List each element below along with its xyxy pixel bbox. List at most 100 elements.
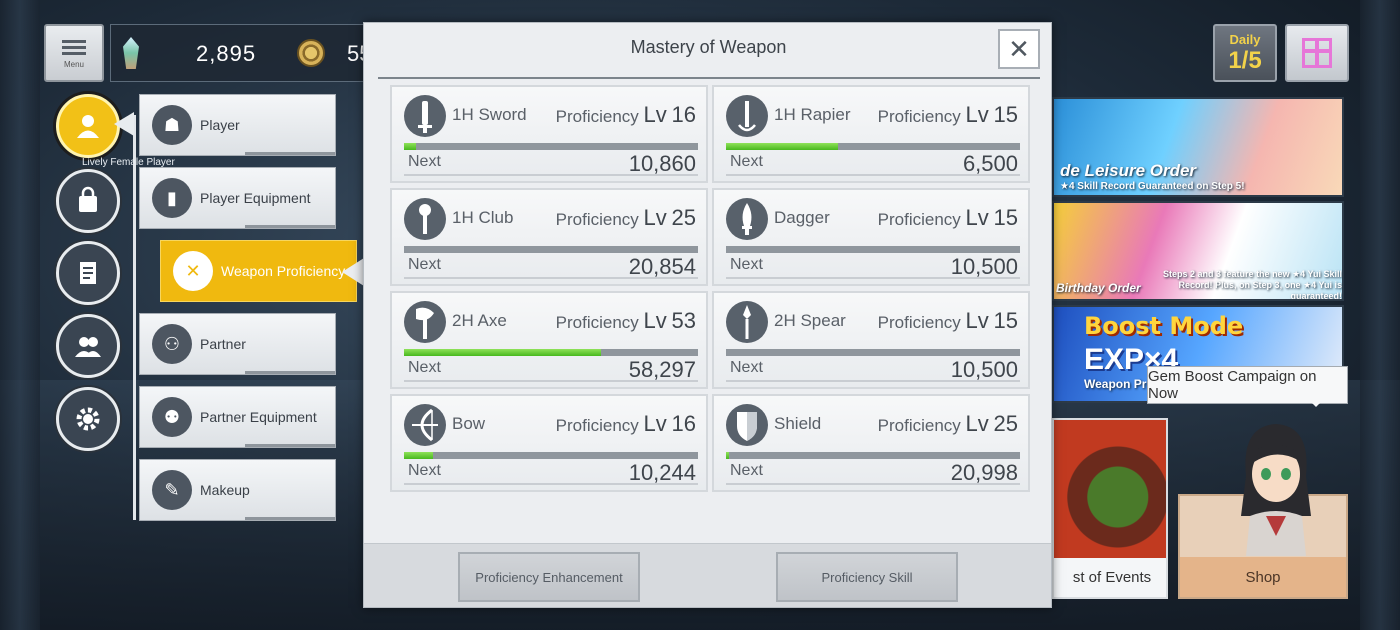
mastery-modal: Mastery of Weapon ✕ 1H Sword Proficiency … bbox=[363, 22, 1052, 608]
weapon-name: Shield bbox=[774, 414, 822, 433]
crossed-swords-icon: ✕ bbox=[173, 251, 213, 291]
daily-button[interactable]: Daily 1/5 bbox=[1213, 24, 1277, 82]
submenu-underline bbox=[245, 517, 335, 520]
submenu-label: Partner bbox=[200, 336, 246, 352]
submenu-underline bbox=[245, 371, 335, 374]
friends-menu-button[interactable] bbox=[56, 314, 120, 378]
club-icon bbox=[404, 198, 446, 240]
modal-pointer bbox=[342, 258, 364, 286]
proficiency-level: Proficiency Lv 15 bbox=[878, 308, 1018, 334]
lv-label: Lv bbox=[965, 308, 989, 333]
weapon-name: Dagger bbox=[774, 208, 830, 227]
level-value: 25 bbox=[671, 205, 696, 230]
partner-icon: ⚇ bbox=[152, 324, 192, 364]
level-value: 16 bbox=[671, 102, 696, 127]
progress-fill bbox=[726, 452, 729, 459]
proficiency-label: Proficiency bbox=[877, 313, 961, 332]
proficiency-progress-bar bbox=[726, 452, 1020, 459]
weapon-card[interactable]: Shield Proficiency Lv 25 Next 20,998 bbox=[712, 394, 1030, 492]
makeup-icon: ✎ bbox=[152, 470, 192, 510]
menu-label: Menu bbox=[63, 60, 84, 69]
friends-icon bbox=[75, 337, 101, 357]
coin-icon bbox=[297, 39, 325, 67]
rapier-icon bbox=[726, 95, 768, 137]
menu-connector-line bbox=[133, 115, 136, 520]
background-pillar bbox=[0, 0, 40, 630]
weapon-card[interactable]: 1H Club Proficiency Lv 25 Next 20,854 bbox=[390, 188, 708, 286]
selection-pointer bbox=[114, 112, 134, 136]
player-menu-button[interactable] bbox=[56, 94, 120, 158]
banner-leisure-order[interactable]: de Leisure Order ★4 Skill Record Guarant… bbox=[1052, 97, 1344, 197]
next-label: Next bbox=[730, 462, 763, 479]
crystal-icon bbox=[123, 37, 139, 69]
submenu-player[interactable]: ☗ Player bbox=[139, 94, 336, 156]
weapon-card[interactable]: 2H Spear Proficiency Lv 15 Next 10,500 bbox=[712, 291, 1030, 389]
proficiency-progress-bar bbox=[726, 349, 1020, 356]
shield-icon bbox=[726, 404, 768, 446]
banner-title: de Leisure Order bbox=[1060, 161, 1197, 180]
submenu-label: Player bbox=[200, 117, 240, 133]
submenu-partner-equipment[interactable]: ⚉ Partner Equipment bbox=[139, 386, 336, 448]
banner-subtitle: Steps 2 and 3 feature the new ★4 Yui Ski… bbox=[1163, 269, 1342, 301]
proficiency-progress-bar bbox=[404, 246, 698, 253]
weapon-name: 2H Axe bbox=[452, 311, 507, 330]
weapon-card[interactable]: 1H Rapier Proficiency Lv 15 Next 6,500 bbox=[712, 85, 1030, 183]
level-value: 15 bbox=[993, 308, 1018, 333]
weapon-card[interactable]: 1H Sword Proficiency Lv 16 Next 10,860 bbox=[390, 85, 708, 183]
banner-birthday-order[interactable]: Steps 2 and 3 feature the new ★4 Yui Ski… bbox=[1052, 201, 1344, 301]
player-icon: ☗ bbox=[152, 105, 192, 145]
settings-menu-button[interactable] bbox=[56, 387, 120, 451]
proficiency-progress-bar bbox=[404, 143, 698, 150]
guide-character bbox=[1241, 424, 1311, 556]
daily-value: 1/5 bbox=[1228, 47, 1262, 74]
proficiency-level: Proficiency Lv 16 bbox=[556, 411, 696, 437]
gift-button[interactable] bbox=[1285, 24, 1349, 82]
lv-label: Lv bbox=[643, 102, 667, 127]
weapon-card[interactable]: Dagger Proficiency Lv 15 Next 10,500 bbox=[712, 188, 1030, 286]
shop-label: Shop bbox=[1180, 557, 1346, 597]
next-label: Next bbox=[730, 256, 763, 273]
submenu-label: Weapon Proficiency bbox=[221, 263, 346, 279]
progress-fill bbox=[726, 143, 838, 150]
weapon-name: 2H Spear bbox=[774, 311, 846, 330]
divider bbox=[726, 277, 1020, 279]
weapon-name: Bow bbox=[452, 414, 486, 433]
banner-title: Boost Mode bbox=[1084, 312, 1244, 340]
submenu-label: Player Equipment bbox=[200, 190, 311, 206]
divider bbox=[404, 483, 698, 485]
proficiency-level: Proficiency Lv 25 bbox=[878, 411, 1018, 437]
proficiency-label: Proficiency bbox=[555, 107, 639, 126]
submenu-player-equipment[interactable]: ▮ Player Equipment bbox=[139, 167, 336, 229]
banner-subtitle: Weapon Pro bbox=[1084, 377, 1154, 391]
lv-label: Lv bbox=[965, 411, 989, 436]
proficiency-enhancement-button[interactable]: Proficiency Enhancement bbox=[458, 552, 640, 602]
lv-label: Lv bbox=[643, 411, 667, 436]
weapon-name: 1H Rapier bbox=[774, 105, 851, 124]
axe-icon bbox=[404, 301, 446, 343]
proficiency-skill-button[interactable]: Proficiency Skill bbox=[776, 552, 958, 602]
submenu-partner[interactable]: ⚇ Partner bbox=[139, 313, 336, 375]
events-art bbox=[1054, 420, 1166, 560]
submenu-makeup[interactable]: ✎ Makeup bbox=[139, 459, 336, 521]
level-value: 53 bbox=[671, 308, 696, 333]
lv-label: Lv bbox=[965, 102, 989, 127]
weapon-card[interactable]: Bow Proficiency Lv 16 Next 10,244 bbox=[390, 394, 708, 492]
bow-icon bbox=[404, 404, 446, 446]
next-label: Next bbox=[408, 256, 441, 273]
proficiency-level: Proficiency Lv 15 bbox=[878, 205, 1018, 231]
close-button[interactable]: ✕ bbox=[998, 29, 1040, 69]
weapon-card[interactable]: 2H Axe Proficiency Lv 53 Next 58,297 bbox=[390, 291, 708, 389]
events-label: st of Events bbox=[1054, 558, 1166, 597]
events-button[interactable]: st of Events bbox=[1052, 418, 1168, 599]
menu-button[interactable]: Menu bbox=[44, 24, 104, 82]
crystal-count: 2,895 bbox=[196, 41, 257, 66]
weapon-name: 1H Sword bbox=[452, 105, 527, 124]
bag-menu-button[interactable] bbox=[56, 169, 120, 233]
next-label: Next bbox=[730, 359, 763, 376]
next-label: Next bbox=[730, 153, 763, 170]
submenu-weapon-proficiency[interactable]: ✕ Weapon Proficiency bbox=[160, 240, 357, 302]
progress-fill bbox=[404, 349, 601, 356]
quest-menu-button[interactable] bbox=[56, 241, 120, 305]
gift-icon bbox=[1302, 38, 1332, 68]
spear-icon bbox=[726, 301, 768, 343]
